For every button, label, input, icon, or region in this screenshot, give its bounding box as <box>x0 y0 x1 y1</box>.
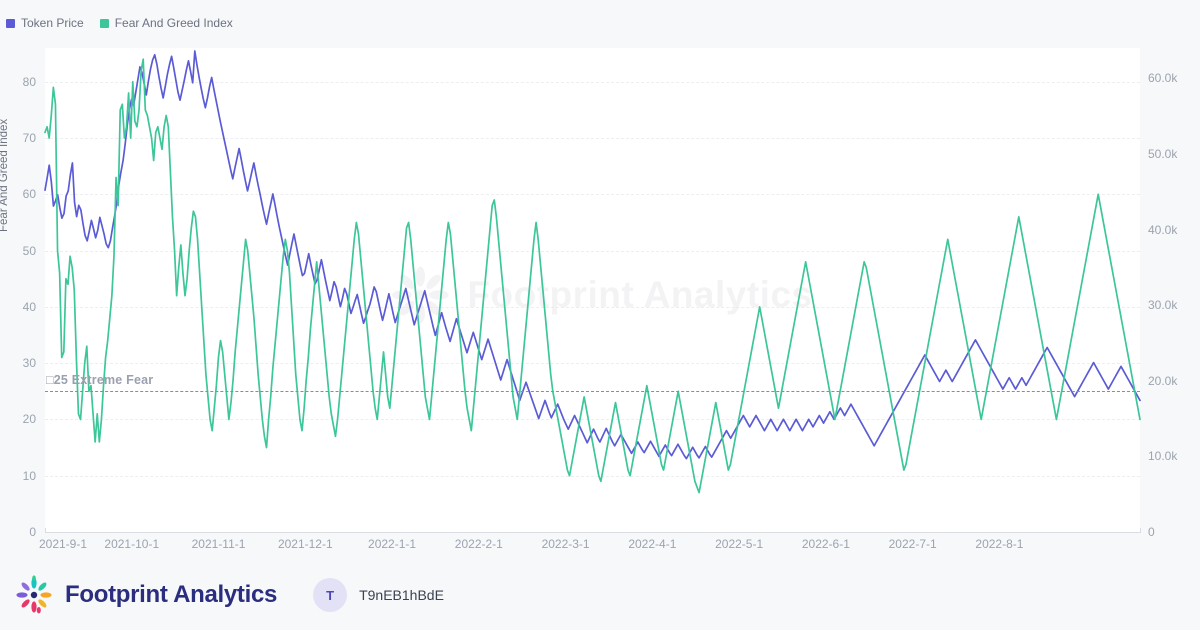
gridline <box>45 476 1140 477</box>
avatar: T <box>313 578 347 612</box>
gridline <box>45 251 1140 252</box>
gridline <box>45 138 1140 139</box>
threshold-label-extreme-fear: □25 Extreme Fear <box>46 373 153 387</box>
chart-page: Token Price Fear And Greed Index Fear An… <box>0 0 1200 630</box>
x-axis-tick-label: 2021-11-1 <box>192 537 246 551</box>
gridline <box>45 82 1140 83</box>
y-axis-left-tick-label: 0 <box>0 525 36 539</box>
brand-name: Footprint Analytics <box>65 581 277 609</box>
y-axis-left-tick-label: 80 <box>0 75 36 89</box>
x-axis-cap-right <box>1140 528 1141 533</box>
y-axis-right-tick-label: 20.0k <box>1148 374 1200 388</box>
x-axis-tick-label: 2021-12-1 <box>278 537 333 551</box>
y-axis-right-tick-label: 60.0k <box>1148 71 1200 85</box>
gridline <box>45 419 1140 420</box>
y-axis-right-tick-label: 0 <box>1148 525 1200 539</box>
y-axis-left-tick-label: 30 <box>0 356 36 370</box>
x-axis-tick-label: 2022-8-1 <box>975 537 1023 551</box>
account-name: T9nEB1hBdE <box>359 587 444 603</box>
y-axis-left-tick-label: 20 <box>0 412 36 426</box>
y-axis-left-tick-label: 10 <box>0 469 36 483</box>
x-axis-tick-label: 2022-2-1 <box>455 537 503 551</box>
gridline <box>45 307 1140 308</box>
x-axis-tick-label: 2022-1-1 <box>368 537 416 551</box>
threshold-line-extreme-fear <box>45 391 1140 392</box>
y-axis-right-tick-label: 50.0k <box>1148 147 1200 161</box>
gridline <box>45 363 1140 364</box>
y-axis-right-tick-label: 10.0k <box>1148 449 1200 463</box>
x-axis-cap-left <box>45 528 46 533</box>
plot-area <box>45 48 1140 532</box>
y-axis-right-tick-label: 40.0k <box>1148 223 1200 237</box>
gridline <box>45 194 1140 195</box>
x-axis-line <box>45 532 1140 533</box>
footprint-pinwheel-logo-icon <box>14 575 54 615</box>
x-axis-tick-label: 2021-10-1 <box>104 537 159 551</box>
x-axis-tick-label: 2022-5-1 <box>715 537 763 551</box>
y-axis-right-tick-label: 30.0k <box>1148 298 1200 312</box>
y-axis-left-tick-label: 60 <box>0 187 36 201</box>
y-axis-left-tick-label: 50 <box>0 244 36 258</box>
x-axis-tick-label: 2022-6-1 <box>802 537 850 551</box>
brand[interactable]: Footprint Analytics <box>14 575 277 615</box>
x-axis-tick-label: 2022-4-1 <box>628 537 676 551</box>
account-chip[interactable]: T T9nEB1hBdE <box>313 578 444 612</box>
footer-bar: Footprint Analytics T T9nEB1hBdE <box>0 560 1200 630</box>
y-axis-left-tick-label: 70 <box>0 131 36 145</box>
y-axis-left-tick-label: 40 <box>0 300 36 314</box>
x-axis-tick-label: 2021-9-1 <box>39 537 87 551</box>
chart-canvas: Fear And Greed Index 01020304050607080 0… <box>0 0 1200 560</box>
x-axis-tick-label: 2022-7-1 <box>889 537 937 551</box>
x-axis-tick-label: 2022-3-1 <box>542 537 590 551</box>
